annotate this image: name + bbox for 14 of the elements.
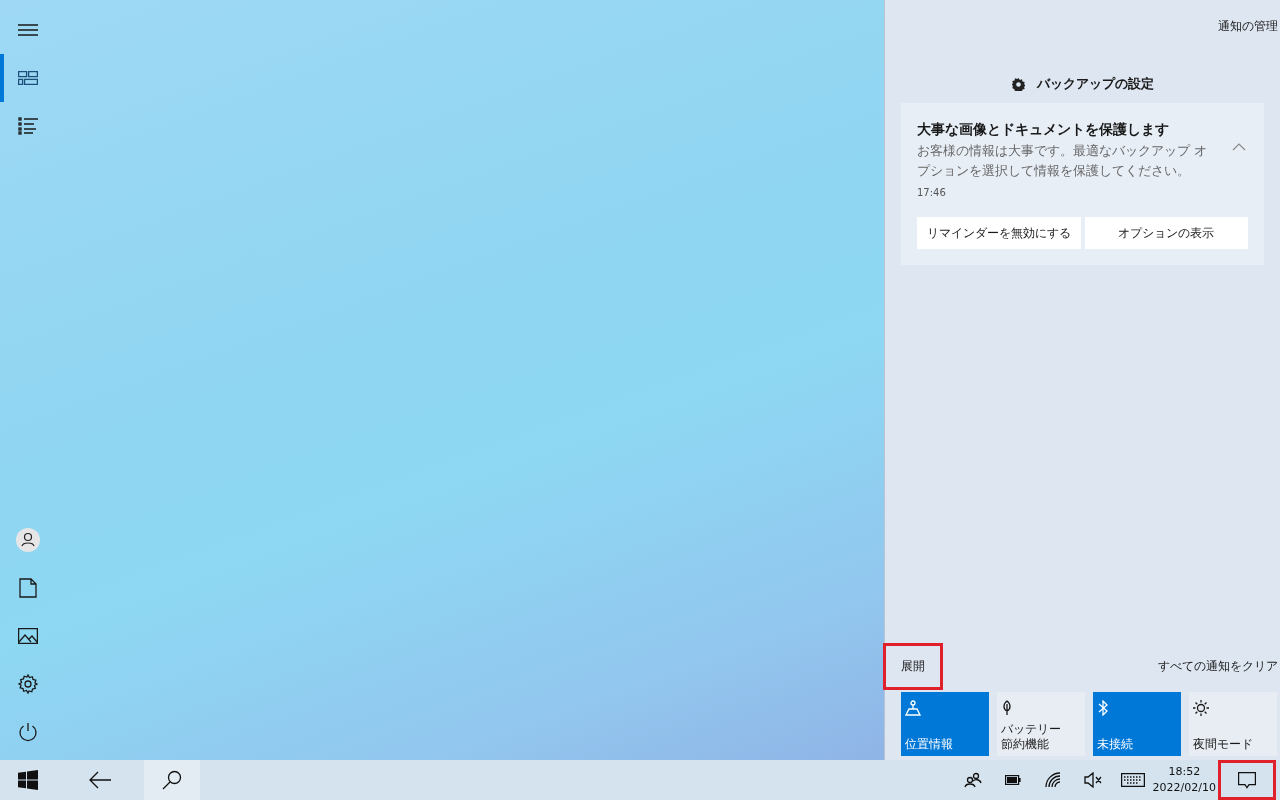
manage-notifications-link[interactable]: 通知の管理 [1218, 18, 1278, 35]
notification-title: 大事な画像とドキュメントを保護します [917, 121, 1170, 139]
clock[interactable]: 18:52 2022/02/10 [1152, 764, 1216, 796]
quick-action-tile[interactable]: 未接続 [1093, 692, 1181, 756]
notification-action-button[interactable]: リマインダーを無効にする [917, 217, 1081, 249]
notification-time: 17:46 [917, 187, 947, 198]
notification-group-title: バックアップの設定 [1036, 75, 1154, 93]
clear-all-notifications-link[interactable]: すべての通知をクリア [1158, 659, 1278, 674]
notification-body: お客様の情報は大事です。最適なバックアップ オプションを選択して情報を保護してください。 [917, 142, 1209, 180]
quick-action-tile[interactable]: バッテリー 節約機能 [997, 692, 1085, 756]
notification-action-button[interactable]: オプションの表示 [1084, 217, 1248, 249]
quick-action-tile[interactable]: 夜間モード [1189, 692, 1277, 756]
expand-button[interactable]: 展開 [883, 643, 943, 690]
quick-action-tile[interactable]: 位置情報 [901, 692, 989, 756]
